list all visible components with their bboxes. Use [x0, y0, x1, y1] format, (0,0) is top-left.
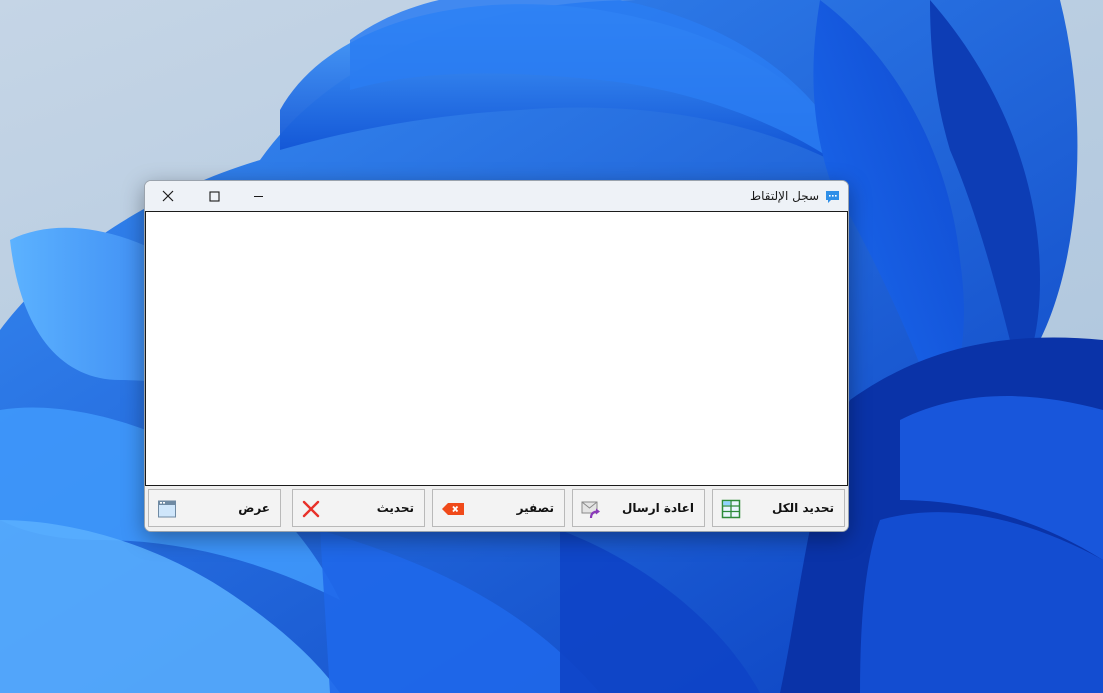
maximize-button[interactable] — [191, 181, 237, 211]
desktop: سجل الإلتقاط تحديد الكل اعادة ارسال تصفي… — [0, 0, 1103, 693]
resend-button[interactable]: اعادة ارسال — [572, 489, 705, 527]
red-x-icon — [302, 500, 320, 518]
maximize-icon — [208, 190, 220, 202]
grid-table-icon — [721, 499, 741, 519]
resend-label: اعادة ارسال — [622, 501, 694, 515]
title-bar[interactable]: سجل الإلتقاط — [145, 181, 848, 211]
reset-button[interactable]: تصفير — [432, 489, 565, 527]
minimize-button[interactable] — [235, 181, 281, 211]
log-list-area[interactable] — [145, 211, 848, 486]
reset-label: تصفير — [516, 501, 554, 515]
close-button[interactable] — [145, 181, 191, 211]
window-view-icon — [158, 500, 176, 518]
refresh-label: تحديث — [376, 501, 414, 515]
view-label: عرض — [238, 501, 270, 515]
view-button[interactable]: عرض — [148, 489, 281, 527]
minimize-icon — [253, 195, 263, 197]
clear-tag-icon — [442, 503, 464, 515]
mail-forward-icon — [581, 501, 600, 519]
title-group: سجل الإلتقاط — [750, 181, 840, 211]
window-title: سجل الإلتقاط — [750, 189, 819, 203]
capture-log-window: سجل الإلتقاط تحديد الكل اعادة ارسال تصفي… — [144, 180, 849, 532]
chat-bubble-icon — [826, 190, 839, 203]
refresh-button[interactable]: تحديث — [292, 489, 425, 527]
button-bar: تحديد الكل اعادة ارسال تصفير تحديث عرض — [145, 486, 848, 531]
select-all-label: تحديد الكل — [771, 501, 834, 515]
close-icon — [162, 190, 174, 202]
select-all-button[interactable]: تحديد الكل — [712, 489, 845, 527]
